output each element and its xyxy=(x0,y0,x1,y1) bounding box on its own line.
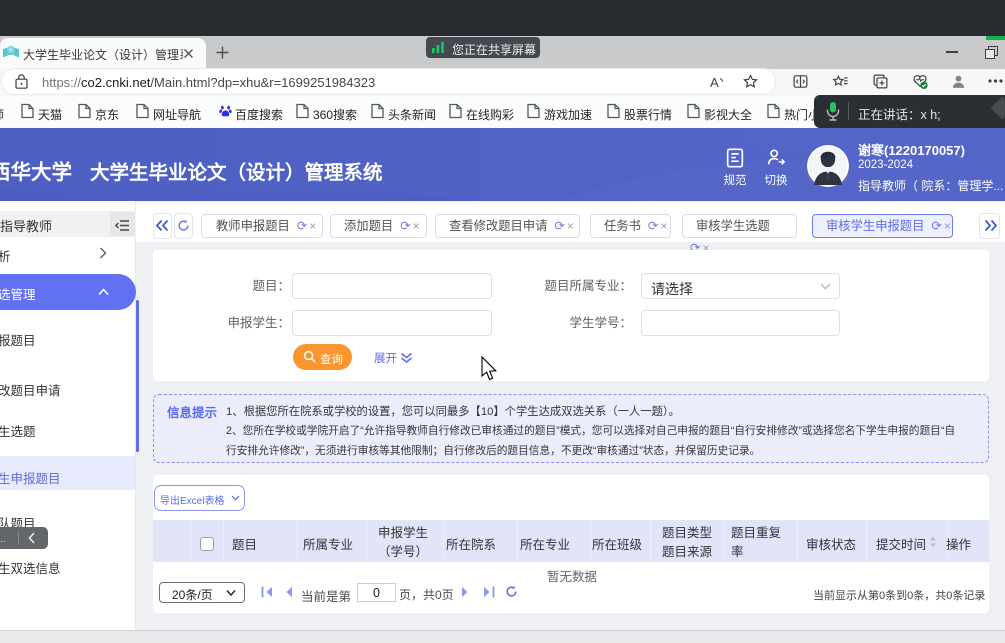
svg-text:A: A xyxy=(710,75,719,90)
